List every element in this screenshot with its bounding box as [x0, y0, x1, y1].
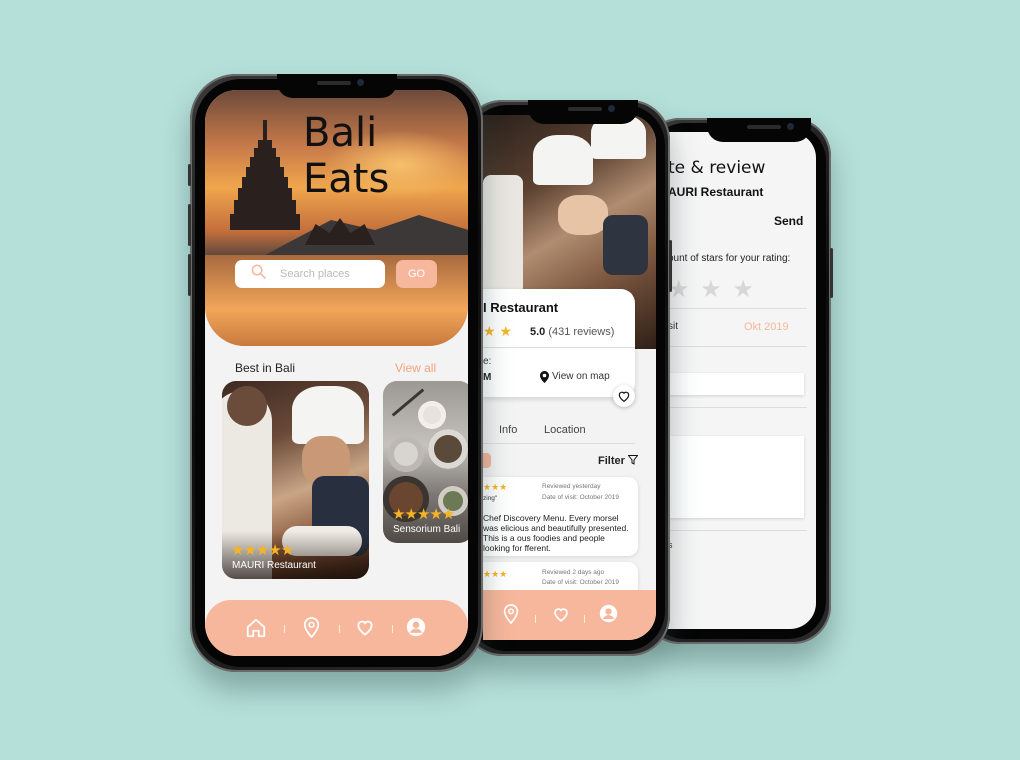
map-pin-icon [540, 370, 549, 388]
phone-notch [276, 74, 397, 98]
view-on-map-link[interactable]: View on map [552, 371, 610, 382]
phone-notch [707, 118, 812, 142]
rating-stars: ★ ★ [483, 323, 512, 339]
phone-notch [527, 100, 638, 124]
restaurant-info-card: I Restaurant ★ ★ 5.0 (431 reviews) e: M … [483, 289, 635, 397]
view-all-link[interactable]: View all [395, 361, 436, 375]
review-date: Reviewed 2 days ago [542, 569, 605, 576]
tab-divider [584, 615, 585, 623]
restaurant-card[interactable]: ★★★★★ MAURI Restaurant [222, 381, 369, 579]
tab-divider [284, 625, 285, 633]
rate-review-screen: te & review AURI Restaurant Send ount of… [668, 132, 816, 629]
section-title: Best in Bali [235, 361, 296, 375]
filter-icon [627, 455, 639, 465]
heart-icon[interactable] [355, 617, 377, 639]
location-icon[interactable] [302, 617, 324, 639]
search-placeholder: Search places [280, 268, 350, 280]
bottom-tab-bar [483, 590, 656, 640]
app-title: Bali Eats [303, 110, 390, 202]
tab-location[interactable]: Location [544, 424, 586, 436]
divider [483, 347, 635, 348]
divider [668, 308, 807, 309]
home-icon[interactable] [245, 617, 267, 639]
visit-date: Date of visit: October 2019 [542, 579, 619, 586]
tab-divider [392, 625, 393, 633]
divider [483, 443, 635, 444]
review-quote: zing" [483, 495, 498, 502]
page-title: te & review [668, 158, 766, 178]
review-text-input[interactable] [668, 436, 804, 518]
restaurant-name: AURI Restaurant [668, 185, 764, 199]
tab-info[interactable]: Info [499, 424, 517, 436]
divider [668, 407, 807, 408]
card-title: Sensorium Bali [393, 524, 461, 535]
rating-score: 5.0 (431 reviews) [530, 326, 615, 338]
divider [668, 530, 807, 531]
count-badge [483, 453, 491, 468]
hours-value: M [483, 372, 492, 383]
home-screen: Bali Eats Search places GO Best in Bali … [205, 90, 468, 656]
phone-home: Bali Eats Search places GO Best in Bali … [188, 74, 483, 672]
star-rating-input[interactable]: ★ ★ ★ [668, 275, 756, 304]
hours-label: e: [483, 356, 492, 367]
review-body: Chef Discovery Menu. Every morsel was el… [483, 513, 629, 553]
rating-stars: ★★★★★ [231, 542, 294, 559]
location-icon[interactable] [502, 604, 524, 626]
divider [668, 346, 807, 347]
heart-icon [618, 391, 630, 402]
restaurant-detail-screen: I Restaurant ★ ★ 5.0 (431 reviews) e: M … [483, 115, 656, 640]
card-title: MAURI Restaurant [232, 560, 316, 571]
bottom-tab-bar [205, 600, 468, 656]
temple-silhouette [230, 120, 300, 230]
review-date: Reviewed yesterday [542, 483, 601, 490]
phone-rate-review: te & review AURI Restaurant Send ount of… [640, 118, 833, 644]
tab-divider [339, 625, 340, 633]
review-stars: ★★★ [483, 569, 508, 579]
review-card: ★★★ Reviewed yesterday Date of visit: Oc… [483, 477, 638, 556]
phone-restaurant-detail: I Restaurant ★ ★ 5.0 (431 reviews) e: M … [462, 100, 672, 656]
review-title-input[interactable] [668, 373, 804, 395]
send-button[interactable]: Send [774, 214, 803, 228]
favorite-button[interactable] [613, 385, 635, 407]
profile-icon[interactable] [406, 617, 428, 639]
rating-prompt: ount of stars for your rating: [668, 253, 791, 264]
tab-divider [535, 615, 536, 623]
restaurant-name: I Restaurant [483, 300, 559, 315]
search-input[interactable]: Search places [235, 260, 385, 288]
review-stars: ★★★ [483, 482, 508, 492]
visit-date-select[interactable]: Okt 2019 [744, 321, 789, 333]
rating-stars: ★★★★★ [392, 506, 455, 523]
profile-icon[interactable] [599, 604, 621, 626]
search-icon [251, 264, 266, 284]
filter-button[interactable]: Filter [598, 455, 639, 467]
go-button[interactable]: GO [396, 260, 437, 288]
restaurant-card[interactable]: ★★★★★ Sensorium Bali [383, 381, 468, 543]
hero-image: Bali Eats Search places GO [205, 90, 468, 346]
visit-date: Date of visit: October 2019 [542, 494, 619, 501]
heart-icon[interactable] [552, 605, 574, 627]
